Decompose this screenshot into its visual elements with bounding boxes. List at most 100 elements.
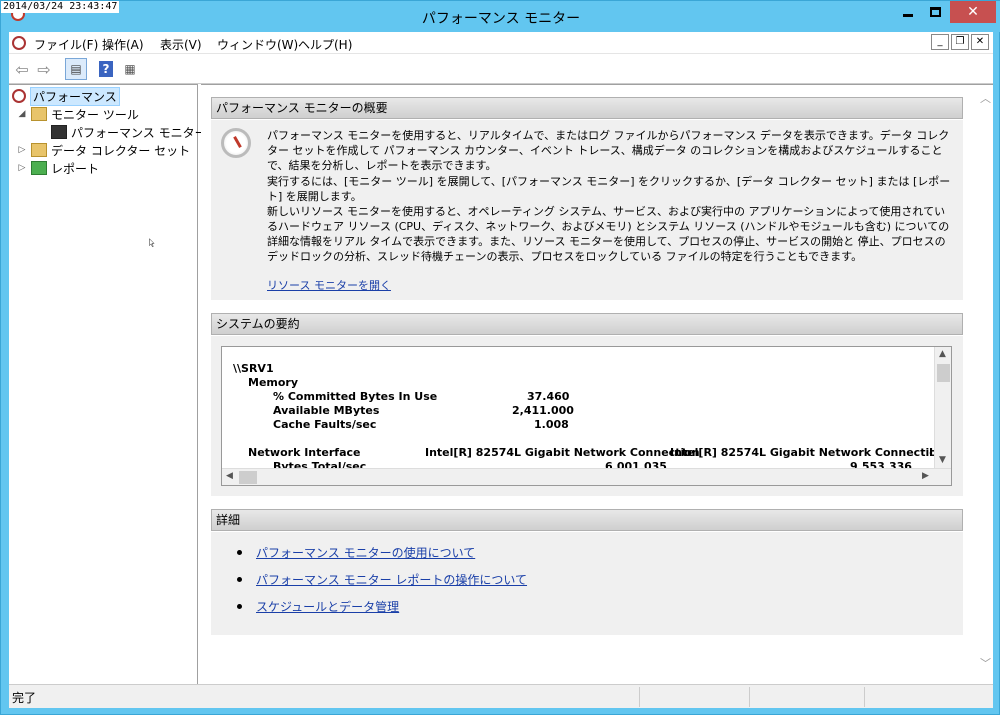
action-pane-icon: ▦ xyxy=(124,62,136,76)
maximize-icon xyxy=(930,7,941,17)
client-area: ファイル(F) 操作(A) 表示(V) ウィンドウ(W) ヘルプ(H) _ ❐ … xyxy=(9,32,993,708)
performance-icon xyxy=(12,89,26,103)
mdi-minimize-button[interactable]: _ xyxy=(931,34,949,50)
minimize-button[interactable] xyxy=(894,1,921,23)
summary-vertical-scrollbar[interactable]: ▲ ▼ xyxy=(934,347,951,470)
scroll-thumb[interactable] xyxy=(239,471,257,484)
tree-item-monitor-tools[interactable]: ◢ モニター ツール xyxy=(17,105,139,123)
menu-view[interactable]: 表示(V) xyxy=(160,36,202,53)
mdi-controls: _ ❐ ✕ xyxy=(931,34,989,50)
bullet-icon xyxy=(237,577,242,582)
minimize-icon xyxy=(902,13,913,17)
open-resource-monitor-link[interactable]: リソース モニターを開く xyxy=(267,278,391,293)
folder-icon xyxy=(31,107,47,121)
host-name: \\SRV1 xyxy=(233,362,274,375)
scroll-left-icon[interactable]: ◀ xyxy=(226,471,233,481)
counter-name: % Committed Bytes In Use xyxy=(273,390,438,403)
help-button[interactable]: ? xyxy=(99,61,113,77)
title-bar[interactable]: パフォーマンス モニター ✕ xyxy=(1,1,1000,32)
mdi-close-button[interactable]: ✕ xyxy=(971,34,989,50)
bullet-icon xyxy=(237,550,242,555)
main-vertical-scrollbar[interactable]: ︿ ﹀ xyxy=(975,85,993,685)
detail-link-reports[interactable]: パフォーマンス モニター レポートの操作について xyxy=(256,571,527,588)
scroll-thumb[interactable] xyxy=(937,364,950,382)
overview-body: パフォーマンス モニターを使用すると、リアルタイムで、またはログ ファイルからパ… xyxy=(211,120,963,300)
system-summary-header: システムの要約 xyxy=(211,313,963,335)
memory-label: Memory xyxy=(248,376,299,389)
overview-paragraph-2: 実行するには、[モニター ツール] を展開して、[パフォーマンス モニター] を… xyxy=(267,175,951,203)
expand-arrow-icon[interactable]: ▷ xyxy=(17,163,27,173)
counter-name: Available MBytes xyxy=(273,404,380,417)
nic-column-1: Intel[R] 82574L Gigabit Network Connecti… xyxy=(425,446,700,459)
counter-value: 1.008 xyxy=(534,418,569,431)
help-icon: ? xyxy=(102,62,110,76)
forward-arrow-icon: ⇨ xyxy=(37,59,51,79)
collapse-arrow-icon[interactable]: ◢ xyxy=(17,109,27,119)
status-cell xyxy=(749,687,864,707)
performance-gauge-icon xyxy=(221,128,251,158)
forward-button[interactable]: ⇨ xyxy=(33,58,55,80)
menu-action[interactable]: 操作(A) xyxy=(102,36,144,53)
tree-label: モニター ツール xyxy=(51,107,139,122)
menu-file[interactable]: ファイル(F) xyxy=(34,36,98,53)
close-icon: ✕ xyxy=(967,4,979,20)
tree-item-reports[interactable]: ▷ レポート xyxy=(17,159,99,177)
back-button[interactable]: ⇦ xyxy=(11,58,33,80)
bullet-icon xyxy=(237,604,242,609)
status-bar: 完了 xyxy=(9,684,993,708)
window-title: パフォーマンス モニター xyxy=(421,11,581,27)
tree-item-data-collector-sets[interactable]: ▷ データ コレクター セット xyxy=(17,141,190,159)
data-collector-icon xyxy=(31,143,47,157)
show-hide-tree-button[interactable]: ▤ xyxy=(65,58,87,80)
network-label: Network Interface xyxy=(248,446,361,459)
scroll-up-icon[interactable]: ▲ xyxy=(939,349,946,359)
mdi-restore-button[interactable]: ❐ xyxy=(951,34,969,50)
status-text: 完了 xyxy=(12,691,37,705)
counter-name: Cache Faults/sec xyxy=(273,418,377,431)
detail-link-item: パフォーマンス モニター レポートの操作について xyxy=(237,571,527,588)
nic-column-3: I xyxy=(929,446,934,459)
menu-window[interactable]: ウィンドウ(W) xyxy=(217,36,298,53)
tree-item-performance-monitor[interactable]: パフォーマンス モニター xyxy=(51,123,207,141)
detail-link-item: パフォーマンス モニターの使用について xyxy=(237,544,475,561)
menu-bar: ファイル(F) 操作(A) 表示(V) ウィンドウ(W) ヘルプ(H) _ ❐ … xyxy=(9,32,993,54)
tree-label: パフォーマンス xyxy=(30,86,120,106)
detail-link-schedule[interactable]: スケジュールとデータ管理 xyxy=(256,598,399,615)
detail-link-usage[interactable]: パフォーマンス モニターの使用について xyxy=(256,544,475,561)
status-cell xyxy=(639,687,749,707)
summary-horizontal-scrollbar[interactable]: ◀ ▶ xyxy=(222,468,951,485)
system-summary-body: \\SRV1 Memory % Committed Bytes In Use 3… xyxy=(211,336,963,496)
maximize-button[interactable] xyxy=(922,1,949,23)
system-summary-panel[interactable]: \\SRV1 Memory % Committed Bytes In Use 3… xyxy=(221,346,952,486)
scroll-down-icon[interactable]: ▼ xyxy=(939,455,946,465)
tree-label: データ コレクター セット xyxy=(51,143,191,158)
details-header: 詳細 xyxy=(211,509,963,531)
scroll-right-icon[interactable]: ▶ xyxy=(922,471,929,481)
show-action-pane-button[interactable]: ▦ xyxy=(119,58,141,80)
close-button[interactable]: ✕ xyxy=(950,1,996,23)
detail-link-item: スケジュールとデータ管理 xyxy=(237,598,399,615)
overview-header: パフォーマンス モニターの概要 xyxy=(211,97,963,119)
expand-arrow-icon[interactable]: ▷ xyxy=(17,145,27,155)
status-cell xyxy=(864,687,992,707)
tree-label: パフォーマンス モニター xyxy=(71,125,207,140)
details-body: パフォーマンス モニターの使用について パフォーマンス モニター レポートの操作… xyxy=(211,532,963,635)
app-window: パフォーマンス モニター ✕ ファイル(F) 操作(A) 表示(V) ウィンドウ… xyxy=(0,0,1000,715)
menu-help[interactable]: ヘルプ(H) xyxy=(298,36,352,53)
counter-value: 2,411.000 xyxy=(512,404,574,417)
chart-monitor-icon xyxy=(51,125,67,139)
console-tree-icon: ▤ xyxy=(70,62,82,76)
back-arrow-icon: ⇦ xyxy=(15,59,29,79)
main-pane: パフォーマンス モニターの概要 パフォーマンス モニターを使用すると、リアルタイ… xyxy=(201,84,993,685)
tree-label: レポート xyxy=(51,161,100,176)
overview-paragraph-3: 新しいリソース モニターを使用すると、オペレーティング システム、サービス、およ… xyxy=(267,205,950,263)
console-tree: パフォーマンス ◢ モニター ツール パフォーマンス モニター ▷ データ コレ… xyxy=(9,84,207,684)
capture-timestamp: 2014/03/24 23:43:47 xyxy=(1,1,120,13)
scroll-up-icon[interactable]: ︿ xyxy=(980,90,991,106)
scroll-down-icon[interactable]: ﹀ xyxy=(980,655,991,671)
tree-item-performance[interactable]: パフォーマンス xyxy=(12,86,120,106)
mmc-system-icon[interactable] xyxy=(12,36,26,50)
counter-value: 37.460 xyxy=(527,390,570,403)
report-icon xyxy=(31,161,47,175)
toolbar: ⇦ ⇨ ▤ ? ▦ xyxy=(9,54,993,84)
